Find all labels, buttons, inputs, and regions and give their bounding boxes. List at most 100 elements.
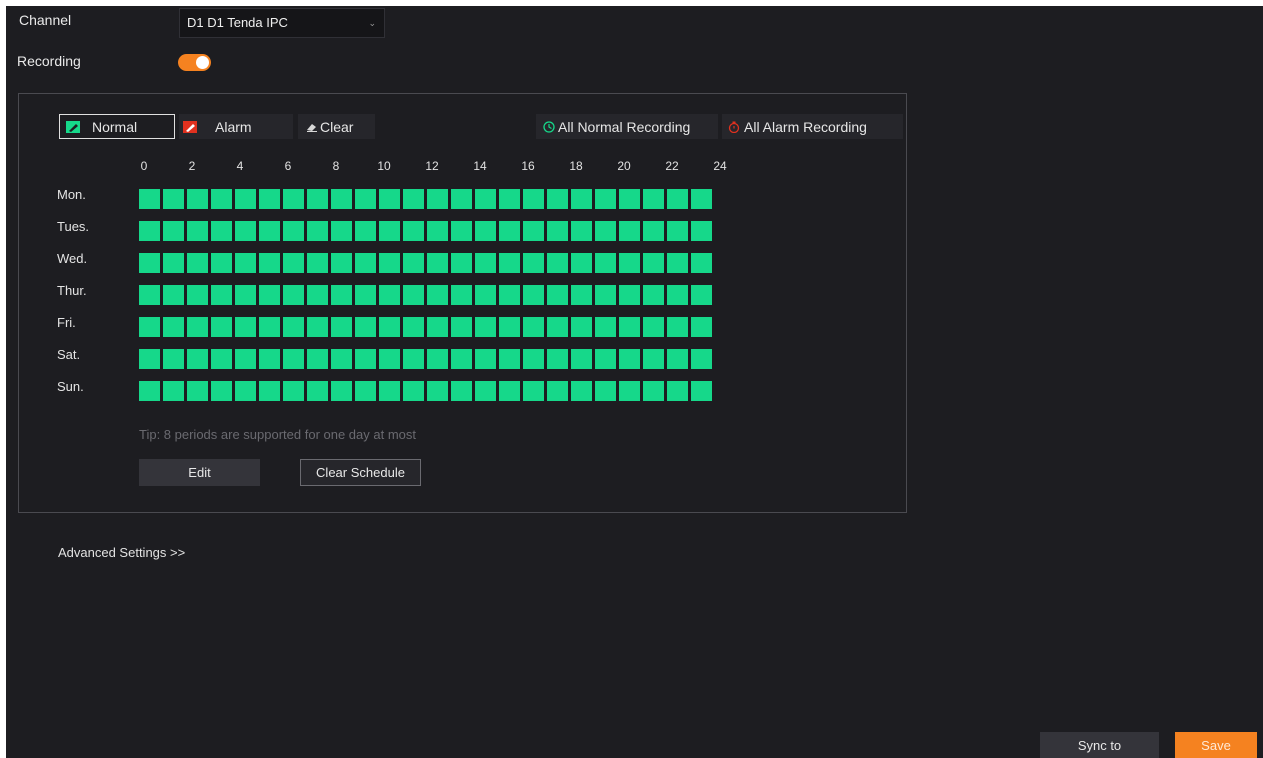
schedule-cell[interactable]	[691, 285, 712, 305]
schedule-cell[interactable]	[139, 253, 160, 273]
schedule-cell[interactable]	[499, 253, 520, 273]
schedule-cell[interactable]	[187, 317, 208, 337]
schedule-cell[interactable]	[331, 381, 352, 401]
schedule-cell[interactable]	[451, 189, 472, 209]
schedule-cell[interactable]	[427, 221, 448, 241]
schedule-cell[interactable]	[403, 317, 424, 337]
schedule-cell[interactable]	[667, 253, 688, 273]
schedule-cell[interactable]	[547, 189, 568, 209]
schedule-cell[interactable]	[307, 349, 328, 369]
schedule-cell[interactable]	[619, 285, 640, 305]
schedule-cell[interactable]	[427, 285, 448, 305]
schedule-cell[interactable]	[307, 317, 328, 337]
schedule-cell[interactable]	[211, 381, 232, 401]
schedule-cell[interactable]	[451, 285, 472, 305]
schedule-cell[interactable]	[547, 285, 568, 305]
schedule-cell[interactable]	[547, 349, 568, 369]
schedule-cell[interactable]	[523, 189, 544, 209]
schedule-cell[interactable]	[667, 285, 688, 305]
schedule-cell[interactable]	[403, 381, 424, 401]
schedule-cell[interactable]	[211, 349, 232, 369]
schedule-cell[interactable]	[595, 381, 616, 401]
schedule-cell[interactable]	[283, 381, 304, 401]
schedule-cell[interactable]	[427, 317, 448, 337]
schedule-cell[interactable]	[379, 317, 400, 337]
schedule-cell[interactable]	[283, 221, 304, 241]
schedule-cell[interactable]	[619, 221, 640, 241]
schedule-cell[interactable]	[523, 285, 544, 305]
schedule-cell[interactable]	[619, 381, 640, 401]
schedule-cell[interactable]	[499, 221, 520, 241]
schedule-row[interactable]	[139, 285, 715, 305]
schedule-cell[interactable]	[523, 381, 544, 401]
schedule-cell[interactable]	[667, 189, 688, 209]
schedule-cell[interactable]	[475, 189, 496, 209]
schedule-cell[interactable]	[403, 253, 424, 273]
schedule-cell[interactable]	[211, 317, 232, 337]
schedule-cell[interactable]	[475, 381, 496, 401]
schedule-cell[interactable]	[427, 381, 448, 401]
schedule-cell[interactable]	[355, 349, 376, 369]
schedule-cell[interactable]	[259, 221, 280, 241]
schedule-cell[interactable]	[187, 381, 208, 401]
eraser-clear-button[interactable]: Clear	[298, 114, 375, 139]
schedule-cell[interactable]	[379, 221, 400, 241]
schedule-cell[interactable]	[667, 221, 688, 241]
schedule-cell[interactable]	[571, 189, 592, 209]
schedule-cell[interactable]	[619, 349, 640, 369]
schedule-cell[interactable]	[619, 253, 640, 273]
schedule-cell[interactable]	[691, 317, 712, 337]
schedule-cell[interactable]	[475, 285, 496, 305]
schedule-cell[interactable]	[691, 189, 712, 209]
schedule-cell[interactable]	[259, 285, 280, 305]
schedule-cell[interactable]	[163, 317, 184, 337]
schedule-cell[interactable]	[187, 189, 208, 209]
schedule-cell[interactable]	[451, 221, 472, 241]
schedule-cell[interactable]	[643, 221, 664, 241]
schedule-cell[interactable]	[571, 253, 592, 273]
schedule-cell[interactable]	[163, 189, 184, 209]
schedule-cell[interactable]	[283, 285, 304, 305]
schedule-cell[interactable]	[691, 381, 712, 401]
schedule-cell[interactable]	[619, 189, 640, 209]
schedule-cell[interactable]	[547, 221, 568, 241]
schedule-cell[interactable]	[235, 381, 256, 401]
schedule-cell[interactable]	[595, 221, 616, 241]
schedule-cell[interactable]	[547, 253, 568, 273]
schedule-cell[interactable]	[403, 349, 424, 369]
schedule-cell[interactable]	[163, 253, 184, 273]
schedule-cell[interactable]	[643, 317, 664, 337]
sync-to-button[interactable]: Sync to	[1040, 732, 1159, 758]
schedule-cell[interactable]	[187, 253, 208, 273]
schedule-cell[interactable]	[427, 189, 448, 209]
schedule-row[interactable]	[139, 317, 715, 337]
schedule-cell[interactable]	[259, 381, 280, 401]
schedule-cell[interactable]	[499, 349, 520, 369]
schedule-cell[interactable]	[571, 221, 592, 241]
schedule-cell[interactable]	[307, 285, 328, 305]
schedule-cell[interactable]	[499, 189, 520, 209]
all-alarm-recording-button[interactable]: All Alarm Recording	[722, 114, 903, 139]
schedule-cell[interactable]	[643, 253, 664, 273]
schedule-cell[interactable]	[667, 317, 688, 337]
schedule-cell[interactable]	[571, 381, 592, 401]
schedule-cell[interactable]	[667, 381, 688, 401]
schedule-cell[interactable]	[283, 253, 304, 273]
schedule-cell[interactable]	[355, 317, 376, 337]
schedule-cell[interactable]	[379, 381, 400, 401]
schedule-cell[interactable]	[139, 285, 160, 305]
schedule-cell[interactable]	[259, 317, 280, 337]
schedule-cell[interactable]	[571, 349, 592, 369]
schedule-row[interactable]	[139, 381, 715, 401]
schedule-cell[interactable]	[355, 253, 376, 273]
schedule-cell[interactable]	[139, 317, 160, 337]
schedule-cell[interactable]	[139, 221, 160, 241]
schedule-cell[interactable]	[235, 221, 256, 241]
schedule-cell[interactable]	[187, 221, 208, 241]
schedule-cell[interactable]	[235, 285, 256, 305]
schedule-cell[interactable]	[571, 317, 592, 337]
schedule-cell[interactable]	[283, 349, 304, 369]
schedule-cell[interactable]	[259, 253, 280, 273]
schedule-cell[interactable]	[331, 317, 352, 337]
schedule-cell[interactable]	[691, 349, 712, 369]
